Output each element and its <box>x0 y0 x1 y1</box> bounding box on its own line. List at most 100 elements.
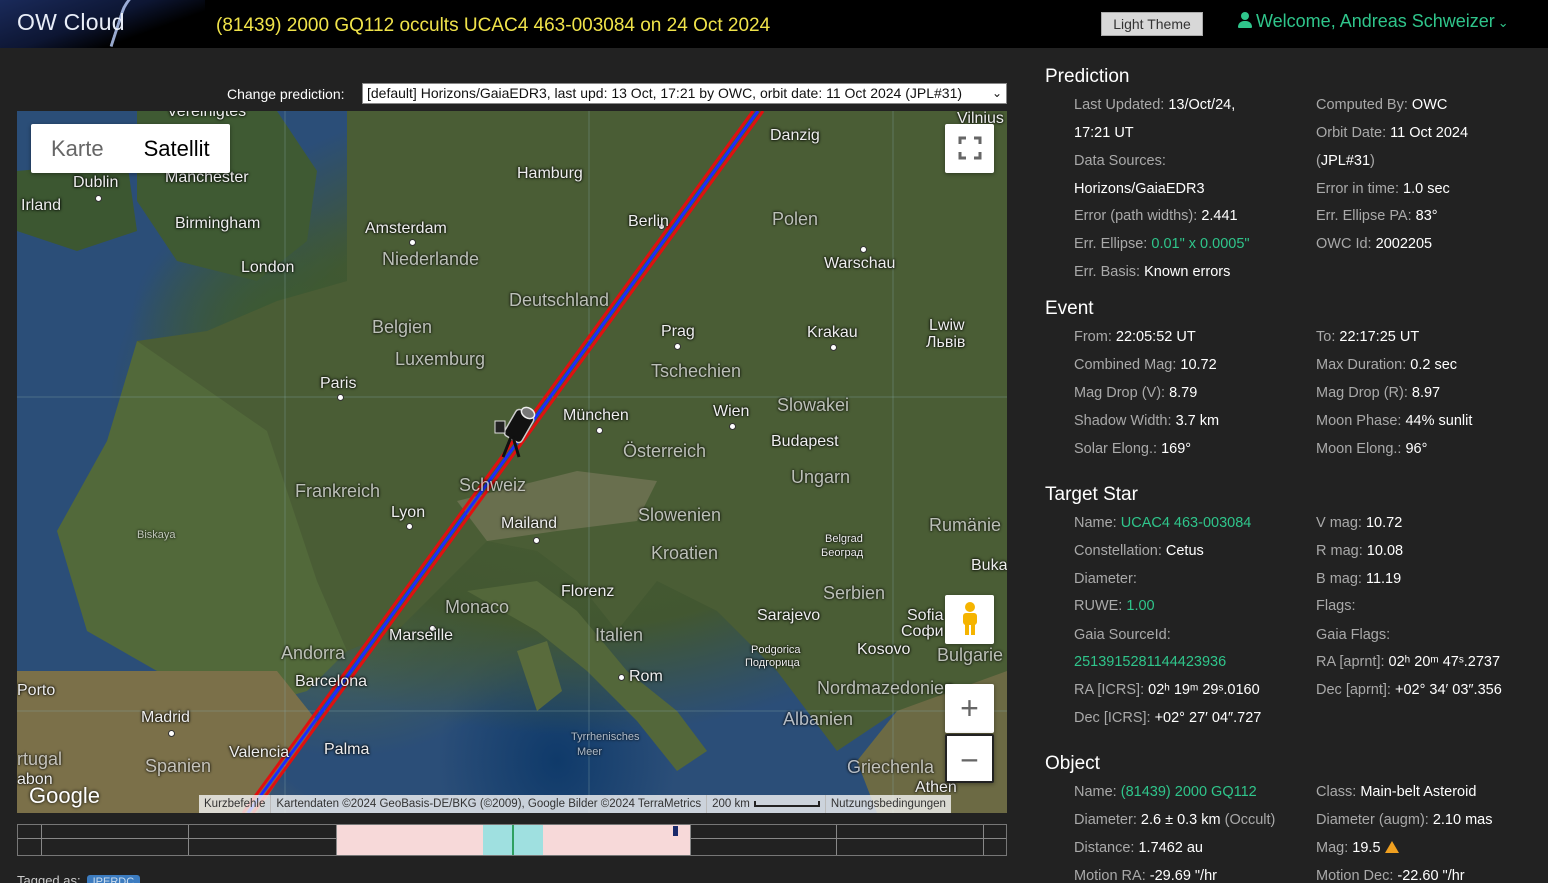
field-value: 169° <box>1161 441 1192 457</box>
map-label: Hamburg <box>517 165 583 182</box>
field-key: RA [ICRS]: <box>1074 682 1145 698</box>
map-label: Tyrrhenisches <box>571 731 640 743</box>
field-key: Combined Mag: <box>1074 357 1177 373</box>
fullscreen-button[interactable] <box>945 124 994 173</box>
ruwe-link[interactable]: 1.00 <box>1126 598 1154 614</box>
field-value: 2.6 ± 0.3 km <box>1140 812 1221 828</box>
data-sources: Data Sources: <box>1074 153 1166 169</box>
field-key: Solar Elong.: <box>1074 441 1158 457</box>
telescope-icon[interactable] <box>491 403 539 461</box>
field-key: Diameter: <box>1074 571 1137 587</box>
moon-phase: Moon Phase: 44% sunlit <box>1316 413 1472 429</box>
map-label: Mailand <box>501 515 558 532</box>
map-label: Rumänie <box>929 515 1002 535</box>
map-label: Bulgarie <box>937 645 1004 665</box>
gaia-source-link[interactable]: 2513915281144423936 <box>1074 654 1226 670</box>
google-logo[interactable]: Google <box>29 783 100 809</box>
city-dot <box>596 427 603 434</box>
field-key: Err. Basis: <box>1074 264 1141 280</box>
event-to: To: 22:17:25 UT <box>1316 329 1419 345</box>
timeline-tick <box>336 825 337 855</box>
object-class: Class: Main-belt Asteroid <box>1316 784 1476 800</box>
app-logo[interactable]: OW Cloud <box>17 9 125 36</box>
ra-aprnt: RA [aprnt]: 02ʰ 20ᵐ 47ˢ.2737 <box>1316 654 1500 670</box>
logo-area[interactable]: OW Cloud <box>0 0 205 48</box>
timeline-marker[interactable] <box>673 826 678 836</box>
keyboard-shortcuts-link[interactable]: Kurzbefehle <box>199 795 270 813</box>
city-dot <box>95 195 102 202</box>
shadow-width: Shadow Width: 3.7 km <box>1074 413 1219 429</box>
city-dot <box>830 344 837 351</box>
map-label: Slowakei <box>777 395 850 415</box>
map-label: Marseille <box>389 627 454 644</box>
field-key: V mag: <box>1316 515 1362 531</box>
street-view-button[interactable] <box>945 595 994 644</box>
zoom-in-button[interactable]: + <box>945 684 994 733</box>
tagged-label: Tagged as: <box>17 873 81 883</box>
star-name-link[interactable]: UCAC4 463-003084 <box>1121 515 1252 531</box>
map-label: Birmingham <box>175 215 261 232</box>
light-theme-button[interactable]: Light Theme <box>1101 12 1203 36</box>
owc-id: OWC Id: 2002205 <box>1316 236 1432 252</box>
map-type-satellit-button[interactable]: Satellit <box>124 124 230 173</box>
map-label: Andorra <box>281 643 346 663</box>
field-key: Error (path widths): <box>1074 208 1198 224</box>
field-key: Class: <box>1316 784 1357 800</box>
max-duration: Max Duration: 0.2 sec <box>1316 357 1457 373</box>
field-key: Shadow Width: <box>1074 413 1172 429</box>
map-scale[interactable]: 200 km <box>706 795 825 813</box>
pegman-icon <box>962 602 977 635</box>
err-ellipse: Err. Ellipse: 0.01" x 0.0005" <box>1074 236 1250 252</box>
map-label: Italien <box>595 625 644 645</box>
event-timeline[interactable] <box>17 824 1007 856</box>
map-label: Berlin <box>628 213 669 230</box>
field-key: Dec [ICRS]: <box>1074 710 1151 726</box>
field-value: 11.19 <box>1365 571 1402 587</box>
field-value: 10.08 <box>1366 543 1404 559</box>
field-key: Moon Phase: <box>1316 413 1402 429</box>
timeline-tick <box>836 825 837 855</box>
field-key: Data Sources: <box>1074 153 1166 169</box>
error-in-time: Error in time: 1.0 sec <box>1316 181 1450 197</box>
field-value: 96° <box>1405 441 1428 457</box>
user-menu[interactable]: Welcome, Andreas Schweizer ⌄ <box>1238 11 1509 32</box>
map-label: Schweiz <box>459 475 527 495</box>
field-value: 19.5 <box>1352 840 1381 856</box>
occultation-path <box>241 111 765 813</box>
map-label: Serbien <box>823 583 886 603</box>
map-label: Belgien <box>372 317 433 337</box>
solar-elong: Solar Elong.: 169° <box>1074 441 1191 457</box>
map-label: rtugal <box>17 749 63 769</box>
field-key: B mag: <box>1316 571 1362 587</box>
map-label: Lyon <box>391 504 426 521</box>
err-ellipse-link[interactable]: 0.01" x 0.0005" <box>1151 236 1249 252</box>
path-limit-west <box>241 111 755 813</box>
warning-icon[interactable] <box>1384 841 1399 853</box>
field-value: 1.7462 au <box>1138 840 1203 856</box>
field-key: Orbit Date: <box>1316 125 1387 141</box>
terms-link[interactable]: Nutzungsbedingungen <box>824 795 951 813</box>
error-path-widths: Error (path widths): 2.441 <box>1074 208 1238 224</box>
map-label: Palma <box>324 741 370 758</box>
map-label: Belgrad <box>825 533 863 545</box>
field-key: ) <box>1370 153 1375 169</box>
map-label: Albanien <box>783 709 854 729</box>
map-attribution: Kurzbefehle Kartendaten ©2024 GeoBasis-D… <box>199 795 951 813</box>
object-name-link[interactable]: (81439) 2000 GQ112 <box>1121 784 1257 800</box>
last-updated-time: 17:21 UT <box>1074 125 1134 141</box>
combined-mag: Combined Mag: 10.72 <box>1074 357 1217 373</box>
field-key: Constellation: <box>1074 543 1162 559</box>
map-label: Nordmazedonien <box>817 678 955 698</box>
object-diameter-augm: Diameter (augm): 2.10 mas <box>1316 812 1493 828</box>
tag-badge[interactable]: IPERDC <box>86 875 141 883</box>
prediction-select[interactable]: [default] Horizons/GaiaEDR3, last upd: 1… <box>362 83 1007 104</box>
timeline-tick <box>983 825 984 855</box>
map-scale-label: 200 km <box>712 798 750 810</box>
field-value: 10.72 <box>1180 357 1217 373</box>
field-value: 8.97 <box>1411 385 1441 401</box>
zoom-out-button[interactable]: − <box>945 734 994 783</box>
map-type-karte-button[interactable]: Karte <box>31 124 124 173</box>
map-view[interactable]: Vereinigtes Dublin Irland Manchester Bir… <box>17 111 1007 813</box>
object-name: Name: (81439) 2000 GQ112 <box>1074 784 1257 800</box>
field-value: -29.69 "/hr <box>1149 868 1217 883</box>
